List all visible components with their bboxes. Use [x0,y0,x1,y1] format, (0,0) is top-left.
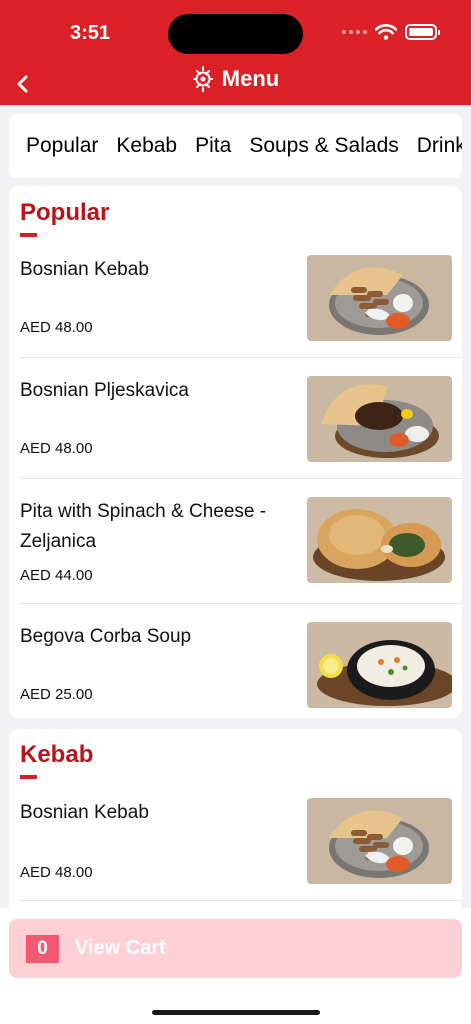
cart-count-badge: 0 [26,935,59,963]
tab-kebab[interactable]: Kebab [116,134,177,158]
dynamic-island [168,14,303,54]
item-divider [20,603,462,604]
view-cart-label: View Cart [75,937,166,959]
menu-item[interactable]: Begova Corba Soup AED 25.00 [20,622,452,718]
item-image [307,622,452,708]
section-popular: Popular Bosnian Kebab AED 48.00 Bosnian … [9,186,462,718]
section-title: Popular [20,199,110,226]
tab-pita[interactable]: Pita [195,134,231,158]
section-title: Kebab [20,741,94,768]
menu-item[interactable]: Pita with Spinach & Cheese - Zeljanica A… [20,497,452,597]
menu-item[interactable]: Bosnian Pljeskavica AED 48.00 [20,376,452,476]
item-divider [20,900,462,901]
tab-popular[interactable]: Popular [26,134,98,158]
wifi-icon [375,24,397,40]
menu-item[interactable]: Bosnian Kebab AED 48.00 [20,255,452,355]
section-underline [20,233,37,237]
item-price: AED 25.00 [20,686,93,703]
status-time: 3:51 [70,22,111,44]
item-price: AED 48.00 [20,864,93,881]
battery-icon [405,24,440,40]
home-indicator[interactable] [152,1010,320,1015]
tab-drinks[interactable]: Drinks [417,134,462,158]
restaurant-logo-icon [192,66,213,92]
app-header: 3:51 Menu [0,0,471,105]
tab-soups-salads[interactable]: Soups & Salads [249,134,398,158]
item-price: AED 44.00 [20,567,93,584]
item-divider [20,357,462,358]
item-price: AED 48.00 [20,440,93,457]
item-image [307,255,452,341]
item-name: Pita with Spinach & Cheese - Zeljanica [20,501,267,552]
item-divider [20,478,462,479]
item-image [307,376,452,462]
status-icons [342,24,440,40]
view-cart-button[interactable]: 0 View Cart [9,919,462,978]
item-name: Bosnian Kebab [20,802,149,823]
section-kebab: Kebab Bosnian Kebab AED 48.00 [9,729,462,929]
item-name: Bosnian Kebab [20,259,149,280]
item-price: AED 48.00 [20,319,93,336]
menu-item[interactable]: Bosnian Kebab AED 48.00 [20,798,452,898]
page-title: Menu [221,66,280,91]
header-title-group: Menu [0,66,471,92]
item-image [307,497,452,583]
signal-icon [342,30,367,34]
item-image [307,798,452,884]
item-name: Begova Corba Soup [20,626,192,647]
item-name: Bosnian Pljeskavica [20,380,189,401]
bottom-bar: 0 View Cart [0,908,471,1024]
category-tabs: Popular Kebab Pita Soups & Salads Drinks [9,114,462,178]
section-underline [20,775,37,779]
